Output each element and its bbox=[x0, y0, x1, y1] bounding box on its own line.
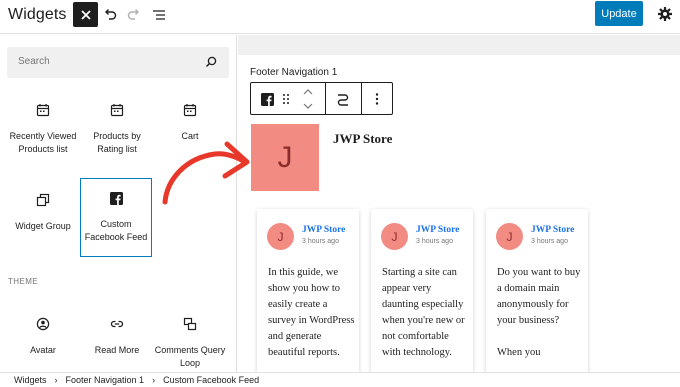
block-label: Avatar bbox=[30, 345, 56, 355]
update-button[interactable]: Update bbox=[595, 1, 643, 26]
group-icon bbox=[35, 192, 51, 208]
block-read-more[interactable]: Read More bbox=[81, 316, 153, 357]
toolbar-divider bbox=[325, 83, 326, 114]
block-custom-facebook-feed[interactable]: Custom Facebook Feed bbox=[80, 178, 152, 257]
avatar: J bbox=[496, 223, 523, 250]
search-placeholder: Search bbox=[18, 56, 50, 67]
editor-canvas: Footer Navigation 1 J JWP Store J JWP St… bbox=[238, 35, 680, 372]
page-avatar: J bbox=[251, 124, 319, 191]
chevron-down-icon bbox=[303, 103, 313, 109]
store-name: JWP Store bbox=[333, 131, 393, 146]
block-products-by-rating[interactable]: Products by Rating list bbox=[81, 102, 153, 155]
post-timestamp: 3 hours ago bbox=[531, 238, 568, 245]
transform-button[interactable] bbox=[334, 90, 352, 108]
gear-icon[interactable] bbox=[657, 6, 673, 22]
post-card[interactable]: J JWP Store 3 hours ago In this guide, w… bbox=[257, 209, 359, 372]
block-type-button[interactable] bbox=[259, 91, 275, 107]
avatar: J bbox=[381, 223, 408, 250]
toolbar-divider bbox=[361, 83, 362, 114]
calendar-icon bbox=[109, 102, 125, 118]
close-inserter-button[interactable] bbox=[73, 2, 98, 27]
top-toolbar: Widgets Update bbox=[0, 0, 680, 34]
post-author-link[interactable]: JWP Store bbox=[531, 225, 574, 235]
block-toolbar bbox=[250, 82, 393, 115]
calendar-icon bbox=[182, 102, 198, 118]
post-timestamp: 3 hours ago bbox=[416, 238, 453, 245]
move-down-button[interactable] bbox=[301, 100, 315, 112]
search-input[interactable]: Search bbox=[7, 47, 229, 78]
block-label: Read More bbox=[94, 345, 140, 355]
drag-handle[interactable] bbox=[279, 91, 293, 107]
comments-icon bbox=[182, 316, 198, 332]
facebook-icon bbox=[108, 190, 124, 206]
post-text: Do you want to buy a domain main anonymo… bbox=[497, 267, 581, 358]
move-up-button[interactable] bbox=[301, 86, 315, 98]
drag-handle-icon bbox=[283, 94, 289, 104]
block-label: Widget Group bbox=[15, 221, 71, 231]
post-card[interactable]: J JWP Store 3 hours ago Do you want to b… bbox=[486, 209, 588, 372]
more-vertical-icon bbox=[375, 93, 379, 105]
calendar-icon bbox=[35, 102, 51, 118]
block-label: Comments Query Loop bbox=[154, 345, 226, 368]
post-author-link[interactable]: JWP Store bbox=[416, 225, 459, 235]
link-icon bbox=[109, 316, 125, 332]
avatar: J bbox=[267, 223, 294, 250]
block-cart[interactable]: Cart bbox=[154, 102, 226, 143]
undo-icon bbox=[105, 9, 117, 20]
breadcrumb: Widgets › Footer Navigation 1 › Custom F… bbox=[0, 372, 680, 387]
post-timestamp: 3 hours ago bbox=[302, 238, 339, 245]
breadcrumb-item[interactable]: Widgets bbox=[14, 375, 47, 385]
chevron-up-icon bbox=[303, 89, 313, 95]
page-title: Widgets bbox=[8, 6, 67, 23]
close-icon bbox=[80, 9, 91, 20]
block-label: Recently Viewed Products list bbox=[9, 131, 77, 154]
block-widget-group[interactable]: Widget Group bbox=[7, 192, 79, 233]
post-text: Starting a site can appear very daunting… bbox=[382, 267, 465, 358]
list-view-icon bbox=[153, 10, 165, 20]
redo-icon bbox=[127, 9, 139, 20]
block-inserter-panel: Search Recently Viewed Products list Pro… bbox=[0, 35, 237, 372]
breadcrumb-separator: › bbox=[152, 375, 156, 385]
redo-button[interactable] bbox=[124, 5, 144, 25]
block-label: Custom Facebook Feed bbox=[84, 219, 148, 242]
breadcrumb-item[interactable]: Footer Navigation 1 bbox=[66, 375, 145, 385]
undo-button[interactable] bbox=[100, 5, 120, 25]
canvas-top-strip bbox=[238, 35, 680, 55]
block-comments-query-loop[interactable]: Comments Query Loop bbox=[154, 316, 226, 369]
list-view-button[interactable] bbox=[149, 5, 169, 25]
search-icon bbox=[206, 56, 217, 67]
breadcrumb-item[interactable]: Custom Facebook Feed bbox=[163, 375, 259, 385]
block-avatar[interactable]: Avatar bbox=[7, 316, 79, 357]
widget-area-label: Footer Navigation 1 bbox=[250, 67, 338, 78]
post-text: In this guide, we show you how to easily… bbox=[268, 267, 355, 358]
transform-icon bbox=[337, 94, 349, 106]
avatar-icon bbox=[35, 316, 51, 332]
theme-section-label: THEME bbox=[8, 277, 38, 286]
facebook-icon bbox=[260, 92, 274, 106]
block-label: Cart bbox=[181, 131, 199, 141]
post-card[interactable]: J JWP Store 3 hours ago Starting a site … bbox=[371, 209, 473, 372]
more-options-button[interactable] bbox=[370, 91, 384, 107]
block-recently-viewed-products[interactable]: Recently Viewed Products list bbox=[7, 102, 79, 155]
block-label: Products by Rating list bbox=[93, 131, 141, 154]
breadcrumb-separator: › bbox=[54, 375, 58, 385]
post-author-link[interactable]: JWP Store bbox=[302, 225, 345, 235]
